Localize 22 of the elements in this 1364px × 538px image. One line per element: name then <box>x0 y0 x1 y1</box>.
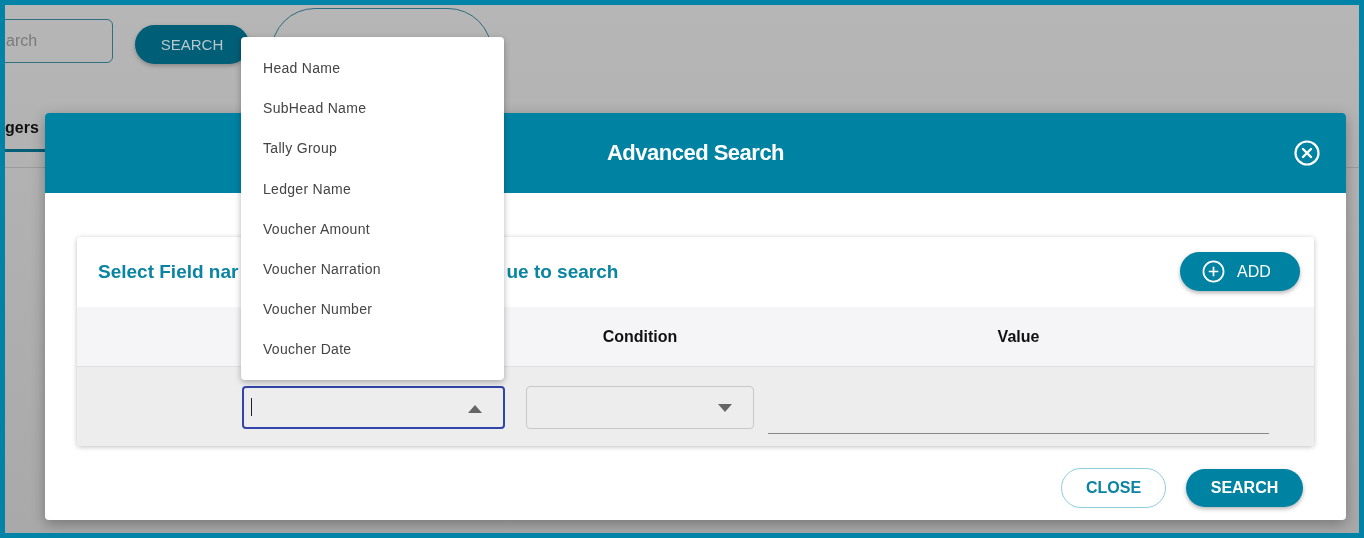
caret-icon <box>468 404 482 413</box>
menu-item[interactable]: Voucher Number <box>241 289 504 330</box>
menu-item[interactable]: Voucher Date <box>241 329 504 370</box>
menu-item[interactable]: Tally Group <box>241 128 504 169</box>
card-title: Select Field nar <box>98 261 239 283</box>
add-button[interactable]: ADD <box>1180 252 1300 291</box>
search-button[interactable]: SEARCH <box>1186 469 1303 507</box>
column-header: Value <box>996 327 1041 346</box>
column-header: Condition <box>601 327 679 346</box>
search-field[interactable]: arch <box>5 19 113 63</box>
card-title: ue to search <box>506 261 619 283</box>
caret-icon <box>718 403 732 412</box>
menu-item[interactable]: Ledger Name <box>241 168 504 209</box>
close-icon[interactable] <box>1294 140 1320 166</box>
field-select[interactable] <box>242 385 505 429</box>
dialog-title: Advanced Search <box>606 140 785 166</box>
menu-item[interactable]: Voucher Amount <box>241 208 504 249</box>
plus-icon <box>1202 260 1225 283</box>
menu-item[interactable]: SubHead Name <box>241 88 504 129</box>
search-button[interactable]: SEARCH <box>135 25 249 64</box>
menu-item[interactable]: Voucher Narration <box>241 248 504 290</box>
close-button[interactable]: CLOSE <box>1061 468 1166 508</box>
